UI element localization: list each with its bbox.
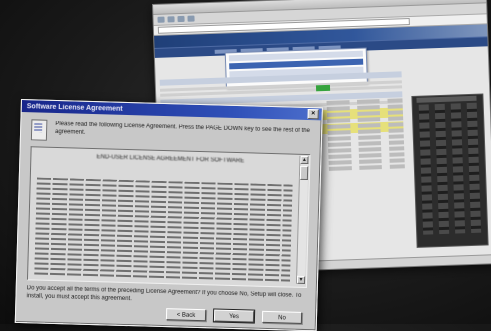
fader-strip[interactable]: [434, 103, 450, 235]
status-badge: [315, 84, 331, 92]
intro-text: Please read the following License Agreem…: [55, 120, 310, 136]
close-icon[interactable]: ×: [307, 109, 319, 120]
back-icon[interactable]: [157, 16, 165, 23]
fader-strip[interactable]: [418, 104, 434, 235]
license-body-text: [34, 177, 293, 283]
mixer-label: [416, 95, 477, 103]
dialog-buttons: < Back Yes No: [165, 308, 303, 324]
data-grid: [326, 96, 405, 173]
license-heading: END-USER LICENSE AGREEMENT FOR SOFTWARE: [96, 154, 245, 165]
dialog-title: Software License Agreement: [26, 102, 123, 113]
accept-question: Do you accept all the terms of the prece…: [26, 285, 302, 303]
refresh-icon[interactable]: [177, 15, 185, 23]
scroll-down-icon[interactable]: ▼: [296, 275, 306, 285]
mixer-panel: [411, 93, 489, 248]
yes-button[interactable]: Yes: [212, 308, 256, 324]
license-scrollbar[interactable]: ▲ ▼: [295, 155, 309, 285]
license-text-box[interactable]: END-USER LICENSE AGREEMENT FOR SOFTWARE …: [26, 146, 311, 289]
forward-icon[interactable]: [167, 16, 175, 23]
back-button[interactable]: < Back: [165, 308, 207, 322]
document-icon: [30, 119, 48, 141]
no-button[interactable]: No: [261, 310, 303, 324]
license-dialog: Software License Agreement × Please read…: [14, 99, 323, 331]
scroll-thumb[interactable]: [299, 165, 309, 181]
home-icon[interactable]: [187, 15, 195, 22]
fader-strip[interactable]: [450, 103, 466, 234]
scroll-up-icon[interactable]: ▲: [300, 155, 309, 165]
fader-strip[interactable]: [466, 102, 482, 234]
